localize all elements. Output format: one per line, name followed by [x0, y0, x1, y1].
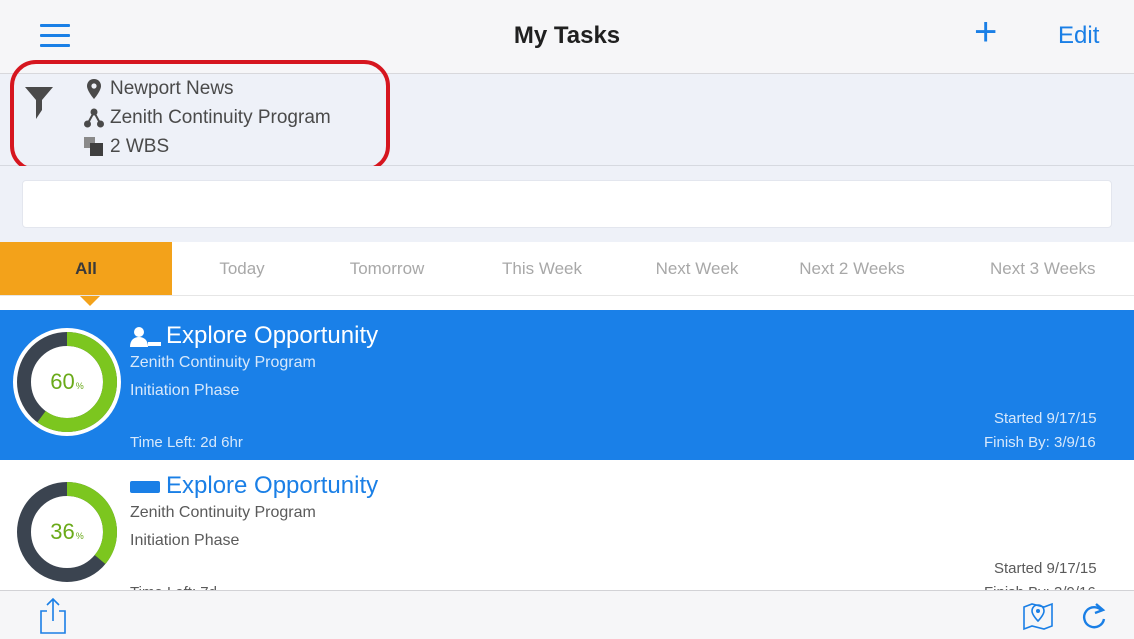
task-row[interactable]: 36% Explore Opportunity Zenith Continuit…: [0, 460, 1134, 610]
tab-next-week[interactable]: Next Week: [622, 242, 772, 295]
task-program: Zenith Continuity Program: [130, 354, 316, 371]
active-tab-pointer: [80, 296, 100, 306]
task-program: Zenith Continuity Program: [130, 504, 316, 521]
tab-next-3-weeks[interactable]: Next 3 Weeks: [932, 242, 1134, 295]
tab-tomorrow[interactable]: Tomorrow: [312, 242, 462, 295]
task-time-left: Time Left: 2d 6hr: [130, 434, 243, 451]
task-phase: Initiation Phase: [130, 532, 240, 549]
progress-value: 36%: [50, 519, 84, 544]
task-title: Explore Opportunity: [130, 472, 378, 500]
team-badge-icon: [130, 480, 160, 493]
tab-today[interactable]: Today: [172, 242, 312, 295]
filter-highlight-annotation: [10, 60, 390, 172]
refresh-icon[interactable]: [1080, 601, 1108, 631]
person-icon: [130, 326, 161, 347]
task-phase: Initiation Phase: [130, 382, 240, 399]
edit-button[interactable]: Edit: [1058, 22, 1099, 50]
task-title: Explore Opportunity: [130, 322, 378, 350]
tab-this-week[interactable]: This Week: [462, 242, 622, 295]
tab-next-2-weeks[interactable]: Next 2 Weeks: [772, 242, 932, 295]
progress-value: 60%: [50, 369, 84, 394]
map-pin-icon[interactable]: [1022, 601, 1054, 631]
tab-all[interactable]: All: [0, 242, 172, 295]
task-row[interactable]: 60% Explore Opportunity Zenith Continuit…: [0, 310, 1134, 460]
task-finish-date: Finish By: 3/9/16: [984, 434, 1096, 451]
task-started-date: Started 9/17/15: [994, 560, 1097, 577]
page-title: My Tasks: [513, 22, 621, 49]
date-filter-tabs: All Today Tomorrow This Week Next Week N…: [0, 242, 1134, 296]
add-task-button[interactable]: +: [974, 12, 997, 52]
search-bar: [0, 166, 1134, 242]
bottom-toolbar: [0, 590, 1134, 639]
search-input[interactable]: [22, 180, 1112, 228]
share-icon[interactable]: [38, 597, 68, 635]
task-started-date: Started 9/17/15: [994, 410, 1097, 427]
